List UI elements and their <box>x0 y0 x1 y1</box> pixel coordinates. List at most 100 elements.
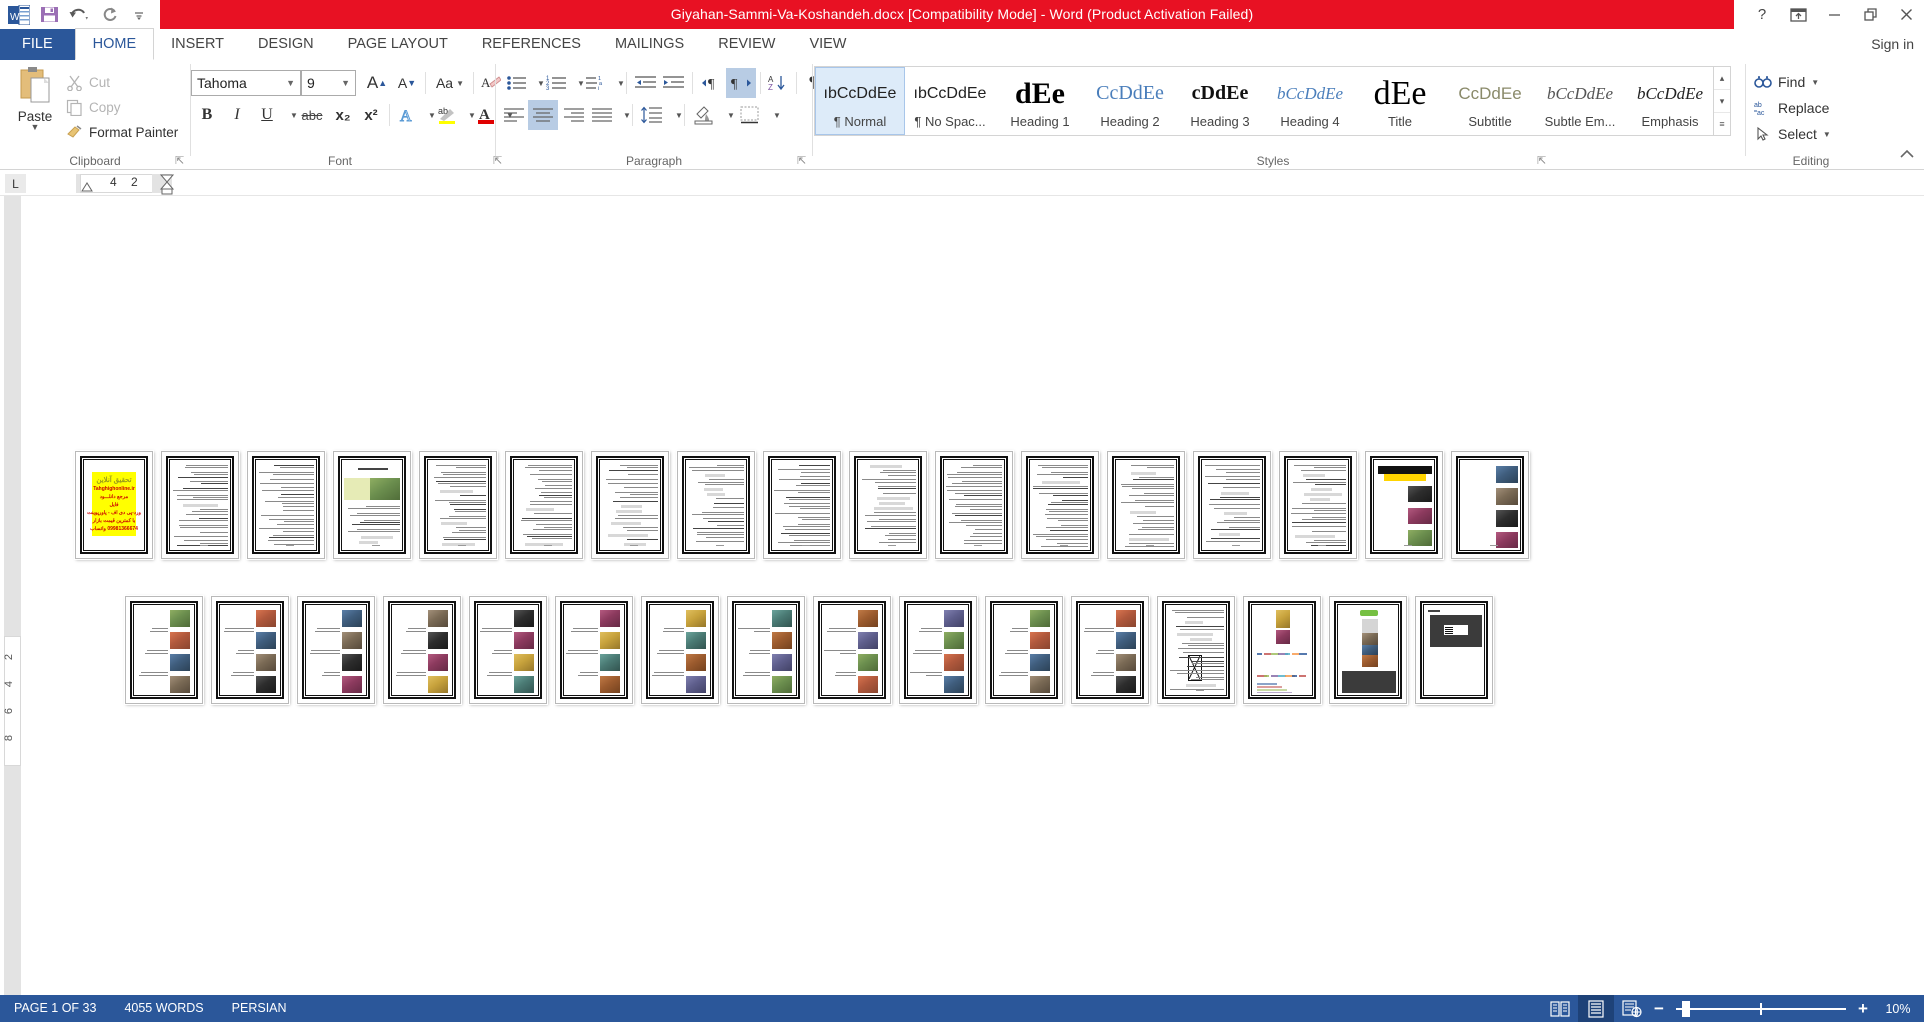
zoom-slider[interactable] <box>1676 995 1846 1022</box>
styles-scroll-down-button[interactable]: ▾ <box>1714 90 1730 113</box>
styles-dialog-launcher[interactable]: ⇱ <box>1537 156 1548 167</box>
style-subtitle[interactable]: CcDdEe Subtitle <box>1445 67 1535 135</box>
zoom-slider-handle[interactable] <box>1682 1001 1690 1017</box>
page-thumbnail[interactable] <box>125 596 203 704</box>
right-indent-marker[interactable] <box>159 173 175 195</box>
minimize-button[interactable] <box>1816 0 1852 29</box>
tab-design[interactable]: DESIGN <box>241 29 331 60</box>
collapse-ribbon-icon[interactable] <box>1898 147 1916 166</box>
page-thumbnail[interactable] <box>935 451 1013 559</box>
page-thumbnail[interactable] <box>1415 596 1493 704</box>
strikethrough-button[interactable]: abc <box>297 102 327 128</box>
change-case-button[interactable]: Aa ▼ <box>431 70 469 96</box>
page-thumbnail[interactable] <box>469 596 547 704</box>
styles-more-button[interactable]: ≡ <box>1714 113 1730 135</box>
style-heading-4[interactable]: bCcDdEe Heading 4 <box>1265 67 1355 135</box>
copy-button[interactable]: Copy <box>64 95 178 120</box>
page-thumbnail[interactable] <box>505 451 583 559</box>
style-emphasis[interactable]: bCcDdEe Emphasis <box>1625 67 1713 135</box>
page-thumbnail[interactable] <box>641 596 719 704</box>
right-to-left-icon[interactable]: ¶ <box>726 68 756 98</box>
style-normal[interactable]: ıbCcDdEe ¶ Normal <box>815 67 905 135</box>
page-thumbnail[interactable] <box>1279 451 1357 559</box>
paste-caret-icon[interactable]: ▼ <box>31 123 40 132</box>
justify-caret-icon[interactable]: ▼ <box>614 102 640 128</box>
highlight-icon[interactable]: ab <box>435 102 461 128</box>
underline-button[interactable]: U <box>253 102 281 128</box>
tab-references[interactable]: REFERENCES <box>465 29 598 60</box>
word-count[interactable]: 4055 WORDS <box>110 995 217 1022</box>
page-thumbnail[interactable] <box>985 596 1063 704</box>
zoom-out-button[interactable]: − <box>1650 999 1668 1019</box>
line-spacing-caret-icon[interactable]: ▼ <box>666 102 692 128</box>
read-mode-icon[interactable] <box>1542 995 1578 1022</box>
decrease-indent-icon[interactable] <box>632 70 660 96</box>
page-thumbnail[interactable] <box>763 451 841 559</box>
font-size-caret-icon[interactable]: ▼ <box>341 78 350 88</box>
page-thumbnail[interactable] <box>1365 451 1443 559</box>
styles-scroll-up-button[interactable]: ▴ <box>1714 67 1730 90</box>
undo-icon[interactable] <box>64 1 94 28</box>
style-title[interactable]: dEe Title <box>1355 67 1445 135</box>
tab-review[interactable]: REVIEW <box>701 29 792 60</box>
document-canvas[interactable]: تحقیق آنلاین Tahghighonline.ir مرجع دانلــ… <box>25 196 1924 995</box>
page-thumbnail[interactable] <box>849 451 927 559</box>
page-thumbnail[interactable] <box>333 451 411 559</box>
multilevel-list-icon[interactable]: 1ai <box>584 70 610 96</box>
page-thumbnail[interactable] <box>419 451 497 559</box>
font-size-input[interactable]: 9 ▼ <box>301 70 356 96</box>
tab-file[interactable]: FILE <box>0 29 75 60</box>
help-icon[interactable]: ? <box>1744 0 1780 29</box>
customize-qat-icon[interactable] <box>124 1 154 28</box>
zoom-in-button[interactable]: + <box>1854 999 1872 1019</box>
page-thumbnail[interactable] <box>727 596 805 704</box>
style-heading-2[interactable]: CcDdEe Heading 2 <box>1085 67 1175 135</box>
print-layout-icon[interactable] <box>1578 995 1614 1022</box>
page-thumbnail[interactable] <box>161 451 239 559</box>
page-thumbnail[interactable] <box>1071 596 1149 704</box>
page-thumbnail[interactable] <box>383 596 461 704</box>
sign-in-link[interactable]: Sign in <box>1871 29 1914 60</box>
ribbon-display-options-icon[interactable] <box>1780 0 1816 29</box>
align-left-icon[interactable] <box>500 102 528 128</box>
styles-gallery-scrollbar[interactable]: ▴ ▾ ≡ <box>1714 66 1731 136</box>
font-name-input[interactable]: Tahoma ▼ <box>191 70 301 96</box>
page-thumbnail[interactable] <box>211 596 289 704</box>
borders-icon[interactable] <box>736 102 764 128</box>
tab-view[interactable]: VIEW <box>792 29 863 60</box>
bullets-icon[interactable] <box>504 70 530 96</box>
vertical-ruler[interactable]: 2 4 6 8 <box>0 196 25 995</box>
style-no-spacing[interactable]: ıbCcDdEe ¶ No Spac... <box>905 67 995 135</box>
language-indicator[interactable]: PERSIAN <box>218 995 301 1022</box>
left-indent-marker[interactable] <box>80 179 94 193</box>
multilevel-caret-icon[interactable]: ▼ <box>608 70 634 96</box>
page-thumbnail[interactable] <box>555 596 633 704</box>
find-button[interactable]: Find ▼ <box>1754 69 1831 95</box>
page-thumbnail[interactable] <box>899 596 977 704</box>
page-thumbnail[interactable] <box>1107 451 1185 559</box>
page-thumbnail[interactable] <box>1193 451 1271 559</box>
subscript-button[interactable]: x₂ <box>329 102 357 128</box>
format-painter-button[interactable]: Format Painter <box>64 120 178 145</box>
shading-icon[interactable] <box>690 102 718 128</box>
horizontal-ruler[interactable]: L 4 2 <box>0 171 1924 196</box>
page-thumbnail[interactable] <box>677 451 755 559</box>
text-effects-icon[interactable]: A <box>395 102 421 128</box>
tab-home[interactable]: HOME <box>74 28 155 60</box>
tab-page-layout[interactable]: PAGE LAYOUT <box>331 29 465 60</box>
replace-button[interactable]: ab ac Replace <box>1754 95 1831 121</box>
clipboard-dialog-launcher[interactable]: ⇱ <box>175 156 186 167</box>
close-button[interactable] <box>1888 0 1924 29</box>
tab-mailings[interactable]: MAILINGS <box>598 29 701 60</box>
web-layout-icon[interactable] <box>1614 995 1650 1022</box>
page-thumbnail[interactable] <box>813 596 891 704</box>
cut-button[interactable]: Cut <box>64 70 178 95</box>
page-thumbnail[interactable] <box>247 451 325 559</box>
justify-icon[interactable] <box>588 102 616 128</box>
increase-indent-icon[interactable] <box>660 70 688 96</box>
bold-button[interactable]: B <box>193 102 221 128</box>
grow-font-button[interactable]: A ▲ <box>363 70 391 96</box>
style-heading-1[interactable]: dEe Heading 1 <box>995 67 1085 135</box>
font-name-caret-icon[interactable]: ▼ <box>286 78 295 88</box>
select-button[interactable]: Select ▼ <box>1754 121 1831 147</box>
